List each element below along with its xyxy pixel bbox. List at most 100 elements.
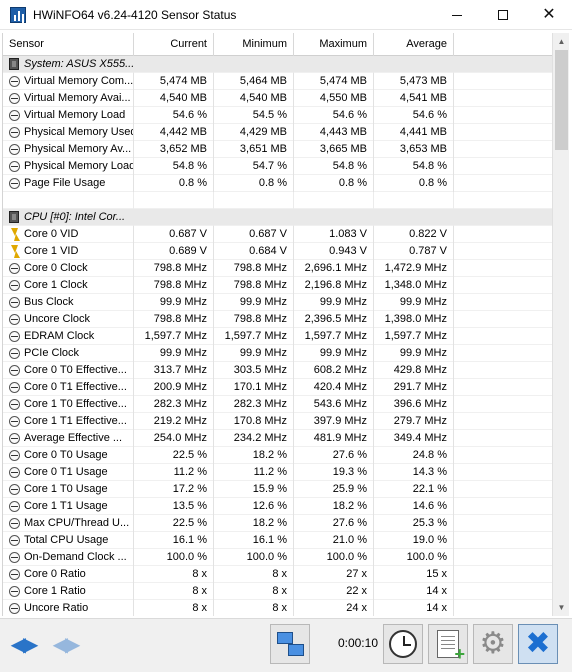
- column-header-current[interactable]: Current: [134, 33, 214, 56]
- current-value: 5,474 MB: [134, 73, 214, 90]
- column-header-minimum[interactable]: Minimum: [214, 33, 294, 56]
- current-value: [134, 56, 214, 73]
- sensor-row[interactable]: Bus Clock 99.9 MHz 99.9 MHz 99.9 MHz 99.9 MH…: [3, 294, 552, 311]
- minimum-value: 99.9 MHz: [214, 345, 294, 362]
- average-value: 14.6 %: [374, 498, 454, 515]
- network-button[interactable]: [270, 624, 310, 664]
- current-value: 22.5 %: [134, 515, 214, 532]
- sensor-row[interactable]: Uncore Clock 798.8 MHz 798.8 MHz 2,396.5 MH…: [3, 311, 552, 328]
- sensor-name: Uncore Ratio: [3, 600, 134, 616]
- sensor-row[interactable]: On-Demand Clock ... 100.0 % 100.0 % 100.0 %…: [3, 549, 552, 566]
- maximum-value: 21.0 %: [294, 532, 374, 549]
- sensor-row[interactable]: Average Effective ... 254.0 MHz 234.2 MHz 4…: [3, 430, 552, 447]
- vertical-scrollbar[interactable]: ▲ ▼: [552, 33, 569, 616]
- sensor-row[interactable]: Physical Memory Av... 3,652 MB 3,651 MB 3,6…: [3, 141, 552, 158]
- sensor-name: CPU [#0]: Intel Cor...: [3, 209, 134, 226]
- minimize-button[interactable]: [434, 0, 480, 30]
- sensor-row[interactable]: PCIe Clock 99.9 MHz 99.9 MHz 99.9 MHz 99.9 M…: [3, 345, 552, 362]
- bottom-toolbar: ◀▶ ◀▶ 0:00:10 ⚙ ✖: [0, 618, 572, 672]
- column-header-maximum[interactable]: Maximum: [294, 33, 374, 56]
- sensor-row[interactable]: Core 1 T1 Usage 13.5 % 12.6 % 18.2 % 14.6 %: [3, 498, 552, 515]
- sensor-row[interactable]: Total CPU Usage 16.1 % 16.1 % 21.0 % 19.0 %: [3, 532, 552, 549]
- minimum-value: 18.2 %: [214, 515, 294, 532]
- close-window-button[interactable]: ✕: [526, 0, 572, 30]
- maximum-value: 481.9 MHz: [294, 430, 374, 447]
- sensor-row[interactable]: Physical Memory Used 4,442 MB 4,429 MB 4,44…: [3, 124, 552, 141]
- sensor-row[interactable]: Page File Usage 0.8 % 0.8 % 0.8 % 0.8 %: [3, 175, 552, 192]
- current-value: 54.8 %: [134, 158, 214, 175]
- maximum-value: 99.9 MHz: [294, 345, 374, 362]
- sensor-row[interactable]: Core 0 T0 Effective... 313.7 MHz 303.5 MHz…: [3, 362, 552, 379]
- sensor-row[interactable]: Core 1 Clock 798.8 MHz 798.8 MHz 2,196.8 MH…: [3, 277, 552, 294]
- scroll-down-arrow-icon[interactable]: ▼: [553, 599, 570, 616]
- report-add-icon: [437, 630, 465, 665]
- minimum-value: 8 x: [214, 583, 294, 600]
- minimum-value: 18.2 %: [214, 447, 294, 464]
- average-value: 279.7 MHz: [374, 413, 454, 430]
- minimum-value: 0.684 V: [214, 243, 294, 260]
- sensor-row[interactable]: Core 0 VID 0.687 V 0.687 V 1.083 V 0.822 V: [3, 226, 552, 243]
- average-value: 54.8 %: [374, 158, 454, 175]
- maximum-value: 100.0 %: [294, 549, 374, 566]
- sensor-name: Core 1 T0 Effective...: [3, 396, 134, 413]
- average-value: [374, 209, 454, 226]
- sensor-row[interactable]: Core 0 T1 Effective... 200.9 MHz 170.1 MHz…: [3, 379, 552, 396]
- minimum-value: 8 x: [214, 566, 294, 583]
- sensor-row[interactable]: Core 0 Clock 798.8 MHz 798.8 MHz 2,696.1 MH…: [3, 260, 552, 277]
- sensor-row[interactable]: Virtual Memory Load 54.6 % 54.5 % 54.6 % 54.…: [3, 107, 552, 124]
- maximize-button[interactable]: [480, 0, 526, 30]
- average-value: 0.8 %: [374, 175, 454, 192]
- sensor-row[interactable]: Core 0 Ratio 8 x8 x 27 x 15 x: [3, 566, 552, 583]
- sensor-name: Uncore Clock: [3, 311, 134, 328]
- sensor-row[interactable]: Uncore Ratio 8 x8 x 24 x 14 x: [3, 600, 552, 616]
- sensor-grid[interactable]: Sensor Current Minimum Maximum Average S…: [2, 33, 552, 616]
- minimum-value: 12.6 %: [214, 498, 294, 515]
- current-value: 99.9 MHz: [134, 294, 214, 311]
- column-header-average[interactable]: Average: [374, 33, 454, 56]
- current-value: 4,442 MB: [134, 124, 214, 141]
- minimum-value: 4,540 MB: [214, 90, 294, 107]
- maximum-value: 1,597.7 MHz: [294, 328, 374, 345]
- sensor-name: Virtual Memory Load: [3, 107, 134, 124]
- maximum-value: 1.083 V: [294, 226, 374, 243]
- minimum-value: 170.1 MHz: [214, 379, 294, 396]
- sensor-row[interactable]: EDRAM Clock 1,597.7 MHz 1,597.7 MHz 1,597.7…: [3, 328, 552, 345]
- sensor-name: Core 0 Clock: [3, 260, 134, 277]
- average-value: 429.8 MHz: [374, 362, 454, 379]
- sensor-row[interactable]: Virtual Memory Com... 5,474 MB 5,464 MB 5,4…: [3, 73, 552, 90]
- close-sensors-button[interactable]: ✖: [518, 624, 558, 664]
- sensor-name: Core 0 T1 Usage: [3, 464, 134, 481]
- current-value: 54.6 %: [134, 107, 214, 124]
- average-value: 0.822 V: [374, 226, 454, 243]
- minimum-value: 100.0 %: [214, 549, 294, 566]
- current-value: 13.5 %: [134, 498, 214, 515]
- sensor-name: [3, 192, 134, 209]
- sensor-row[interactable]: Core 1 VID 0.689 V 0.684 V 0.943 V 0.787 V: [3, 243, 552, 260]
- sensor-row[interactable]: Virtual Memory Avai... 4,540 MB 4,540 MB 4,…: [3, 90, 552, 107]
- scroll-up-arrow-icon[interactable]: ▲: [553, 33, 570, 50]
- sensor-name: Bus Clock: [3, 294, 134, 311]
- logging-report-button[interactable]: [428, 624, 468, 665]
- average-value: 99.9 MHz: [374, 294, 454, 311]
- maximum-value: 18.2 %: [294, 498, 374, 515]
- sensor-row[interactable]: Core 1 T0 Effective... 282.3 MHz 282.3 MHz…: [3, 396, 552, 413]
- maximum-value: 27 x: [294, 566, 374, 583]
- sensor-row[interactable]: Max CPU/Thread U... 22.5 % 18.2 % 27.6 % 25.…: [3, 515, 552, 532]
- navigate-sensors-button[interactable]: ◀▶: [5, 629, 41, 659]
- settings-button[interactable]: ⚙: [473, 624, 513, 664]
- sensor-row[interactable]: Core 0 T0 Usage 22.5 % 18.2 % 27.6 % 24.8 %: [3, 447, 552, 464]
- maximum-value: 4,443 MB: [294, 124, 374, 141]
- sensor-group-row[interactable]: System: ASUS X555...: [3, 56, 552, 73]
- navigate-disabled-button[interactable]: ◀▶: [47, 629, 83, 659]
- sensor-name: Max CPU/Thread U...: [3, 515, 134, 532]
- sensor-row[interactable]: Core 1 T1 Effective... 219.2 MHz 170.8 MHz…: [3, 413, 552, 430]
- sensor-row[interactable]: Core 1 T0 Usage 17.2 % 15.9 % 25.9 % 22.1 %: [3, 481, 552, 498]
- sensor-row[interactable]: Core 1 Ratio 8 x8 x 22 x 14 x: [3, 583, 552, 600]
- sensor-row[interactable]: Physical Memory Load 54.8 % 54.7 % 54.8 % 54…: [3, 158, 552, 175]
- sensor-row[interactable]: Core 0 T1 Usage 11.2 % 11.2 % 19.3 % 14.3 %: [3, 464, 552, 481]
- reset-clock-button[interactable]: [383, 624, 423, 664]
- hwinfo-app-icon: [10, 7, 26, 23]
- column-header-sensor[interactable]: Sensor: [3, 33, 134, 56]
- sensor-group-row[interactable]: CPU [#0]: Intel Cor...: [3, 209, 552, 226]
- scroll-thumb[interactable]: [555, 50, 568, 150]
